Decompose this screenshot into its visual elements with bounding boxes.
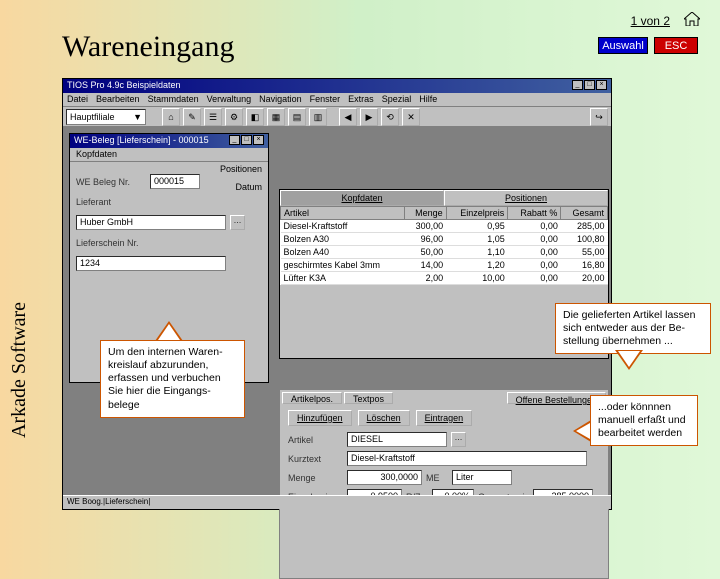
- table-row[interactable]: Lüfter K3A2,0010,000,0020,00: [281, 272, 608, 285]
- menu-item[interactable]: Datei: [67, 94, 88, 105]
- close-icon[interactable]: ×: [596, 80, 607, 90]
- lookup-button[interactable]: …: [451, 432, 466, 447]
- page-counter: 1 von 2: [631, 14, 670, 28]
- menu-item[interactable]: Fenster: [310, 94, 341, 105]
- subwindow-titlebar: WE-Beleg [Lieferschein] - 000015 _ □ ×: [70, 134, 268, 148]
- toolbar-button[interactable]: ▦: [267, 108, 285, 126]
- toolbar-button[interactable]: ☰: [204, 108, 222, 126]
- col-rabatt[interactable]: Rabatt %: [508, 207, 561, 220]
- toolbar-button[interactable]: ▤: [288, 108, 306, 126]
- table-row[interactable]: Bolzen A3096,001,050,00100,80: [281, 233, 608, 246]
- page-title: Wareneingang: [62, 30, 235, 64]
- toolbar-button[interactable]: ✎: [183, 108, 201, 126]
- app-title: TIOS Pro 4.9c Beispieldaten: [67, 80, 181, 92]
- artikel-label: Artikel: [288, 435, 343, 445]
- me-label: ME: [426, 473, 448, 483]
- subwindow-title: WE-Beleg [Lieferschein] - 000015: [74, 135, 209, 147]
- menu-item[interactable]: Verwaltung: [207, 94, 252, 105]
- minimize-icon[interactable]: _: [572, 80, 583, 90]
- home-icon[interactable]: [684, 12, 700, 26]
- kurztext-field[interactable]: Diesel-Kraftstoff: [347, 451, 587, 466]
- beleg-label: WE Beleg Nr.: [76, 177, 146, 187]
- exit-icon[interactable]: ↪: [590, 108, 608, 126]
- loeschen-button[interactable]: Löschen: [358, 410, 410, 426]
- brand-sidebar: Arkade Software: [8, 280, 32, 460]
- menu-item[interactable]: Hilfe: [419, 94, 437, 105]
- toolbar-button[interactable]: ▶: [360, 108, 378, 126]
- menge-field[interactable]: 300,0000: [347, 470, 422, 485]
- toolbar-button[interactable]: ✕: [402, 108, 420, 126]
- arrow-up-icon: [155, 321, 183, 341]
- minimize-icon[interactable]: _: [229, 135, 240, 145]
- menu-item[interactable]: Spezial: [382, 94, 412, 105]
- filiale-combo[interactable]: Hauptfiliale▼: [66, 109, 146, 125]
- maximize-icon[interactable]: □: [241, 135, 252, 145]
- menubar: Datei Bearbeiten Stammdaten Verwaltung N…: [63, 93, 611, 107]
- eintragen-button[interactable]: Eintragen: [416, 410, 473, 426]
- positionen-label: Positionen: [220, 164, 262, 174]
- callout-manuell: ...oder könnnen manuell erfaßt und bearb…: [590, 395, 698, 446]
- menu-item[interactable]: Navigation: [259, 94, 302, 105]
- kurztext-label: Kurztext: [288, 454, 343, 464]
- toolbar-button[interactable]: ⌂: [162, 108, 180, 126]
- auswahl-button[interactable]: Auswahl: [598, 37, 648, 54]
- toolbar-button[interactable]: ▥: [309, 108, 327, 126]
- maximize-icon[interactable]: □: [584, 80, 595, 90]
- esc-button[interactable]: ESC: [654, 37, 698, 54]
- tab-textpos[interactable]: Textpos: [344, 392, 393, 404]
- tab-artikelpos[interactable]: Artikelpos.: [282, 392, 342, 404]
- lieferant-label: Lieferant: [76, 197, 146, 207]
- app-titlebar: TIOS Pro 4.9c Beispieldaten _ □ ×: [63, 79, 611, 93]
- table-row[interactable]: Diesel-Kraftstoff300,000,950,00285,00: [281, 220, 608, 233]
- col-ep[interactable]: Einzelpreis: [446, 207, 508, 220]
- arrow-left-icon: [573, 420, 591, 442]
- callout-uebernehmen: Die gelieferten Artikel lassen sich entw…: [555, 303, 711, 354]
- toolbar-button[interactable]: ◧: [246, 108, 264, 126]
- col-menge[interactable]: Menge: [404, 207, 446, 220]
- arrow-down-icon: [615, 350, 643, 370]
- col-gesamt[interactable]: Gesamt: [561, 207, 608, 220]
- menu-item[interactable]: Stammdaten: [148, 94, 199, 105]
- col-artikel[interactable]: Artikel: [281, 207, 405, 220]
- app-window: TIOS Pro 4.9c Beispieldaten _ □ × Datei …: [62, 78, 612, 510]
- me-field[interactable]: Liter: [452, 470, 512, 485]
- toolbar-button[interactable]: ◀: [339, 108, 357, 126]
- artikel-field[interactable]: DIESEL: [347, 432, 447, 447]
- statusbar: WE Boog.|Lieferschein|: [63, 495, 611, 509]
- tab-kopfdaten[interactable]: Kopfdaten: [280, 190, 444, 206]
- lookup-button[interactable]: …: [230, 215, 245, 230]
- menge-label: Menge: [288, 473, 343, 483]
- menu-item[interactable]: Bearbeiten: [96, 94, 140, 105]
- table-row[interactable]: Bolzen A4050,001,100,0055,00: [281, 246, 608, 259]
- table-row[interactable]: geschirmtes Kabel 3mm14,001,200,0016,80: [281, 259, 608, 272]
- lieferschein-label: Lieferschein Nr.: [76, 238, 146, 248]
- datum-label: Datum: [235, 182, 262, 192]
- beleg-field[interactable]: 000015: [150, 174, 200, 189]
- artikel-table: Artikel Menge Einzelpreis Rabatt % Gesam…: [280, 206, 608, 285]
- callout-warenkreislauf: Um den internen Waren-kreislauf abzurund…: [100, 340, 245, 418]
- tab-kopfdaten[interactable]: Kopfdaten: [70, 148, 268, 162]
- lieferant-field[interactable]: Huber GmbH: [76, 215, 226, 230]
- toolbar-button[interactable]: ⟲: [381, 108, 399, 126]
- close-icon[interactable]: ×: [253, 135, 264, 145]
- lieferschein-field[interactable]: 1234: [76, 256, 226, 271]
- toolbar-button[interactable]: ⚙: [225, 108, 243, 126]
- toolbar: Hauptfiliale▼ ⌂ ✎ ☰ ⚙ ◧ ▦ ▤ ▥ ◀ ▶ ⟲ ✕ ↪: [63, 107, 611, 127]
- hinzufuegen-button[interactable]: Hinzufügen: [288, 410, 352, 426]
- detail-panel: Artikelpos. Textpos Offene Bestellungen …: [279, 389, 609, 579]
- tab-positionen[interactable]: Positionen: [444, 190, 608, 206]
- menu-item[interactable]: Extras: [348, 94, 374, 105]
